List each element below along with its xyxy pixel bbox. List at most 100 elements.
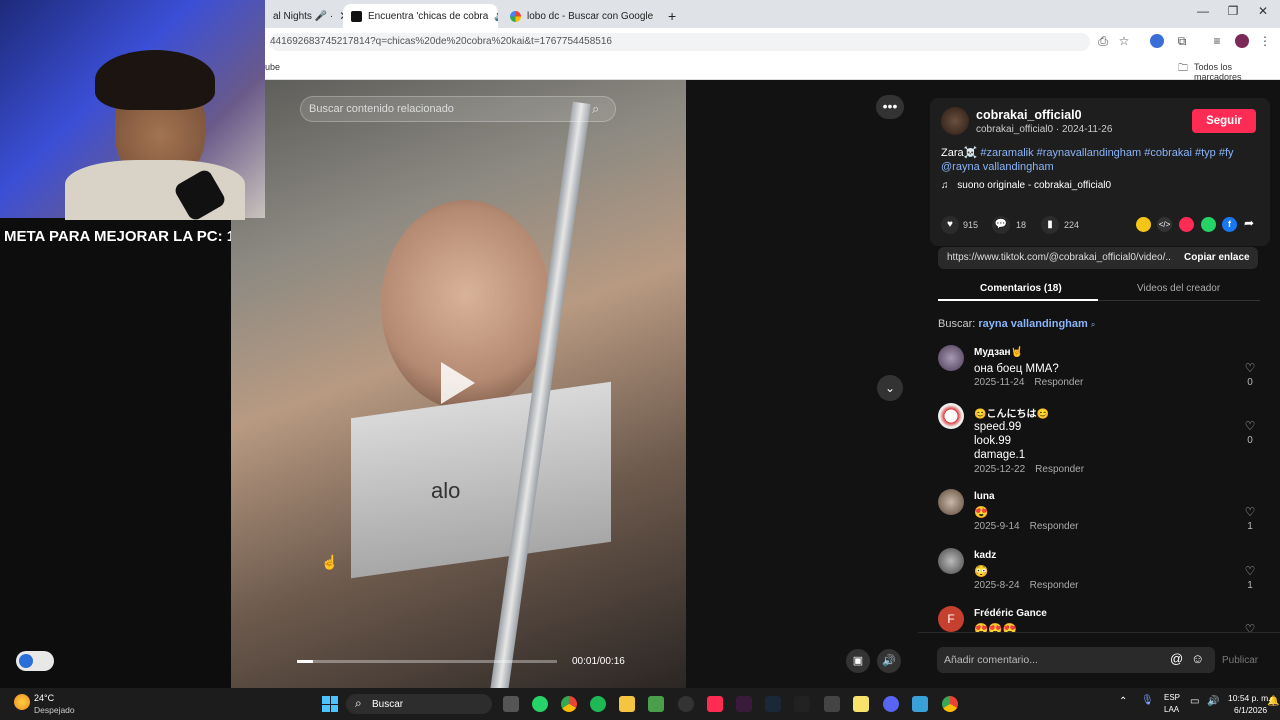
chrome-icon[interactable] xyxy=(561,696,577,712)
like-icon[interactable]: ♥ xyxy=(941,216,959,234)
language-2[interactable]: LAA xyxy=(1164,705,1179,714)
comment-author[interactable]: luna xyxy=(974,491,995,502)
network-icon[interactable]: ▭ xyxy=(1190,696,1199,707)
progress-track[interactable] xyxy=(297,660,557,663)
notifications-icon[interactable]: 🔔 xyxy=(1267,696,1279,707)
reply-button[interactable]: Responder xyxy=(1030,580,1079,591)
caption-hashtags[interactable]: #zaramalik #raynavallandingham #cobrakai… xyxy=(980,147,1233,159)
reply-button[interactable]: Responder xyxy=(1030,521,1079,532)
discord-icon[interactable] xyxy=(883,696,899,712)
tiktok-app-icon[interactable] xyxy=(707,696,723,712)
taskbar-search[interactable]: ⌕ Buscar xyxy=(346,694,492,714)
bookmark-icon[interactable]: ▮ xyxy=(1041,216,1059,234)
comment-author[interactable]: Frédéric Gance xyxy=(974,608,1047,619)
close-icon[interactable]: ✕ xyxy=(333,9,343,23)
heart-icon[interactable]: ♡ xyxy=(1243,361,1257,375)
weather-icon[interactable] xyxy=(14,694,30,710)
notepad-icon[interactable] xyxy=(912,696,928,712)
heart-icon[interactable]: ♡ xyxy=(1243,505,1257,519)
bookmark-star-icon[interactable]: ☆ xyxy=(1117,34,1131,48)
window-close-icon[interactable]: ✕ xyxy=(1248,4,1278,18)
post-button[interactable]: Publicar xyxy=(1222,655,1258,666)
video-player[interactable]: alo xyxy=(231,80,686,688)
play-icon[interactable] xyxy=(441,362,475,404)
pip-icon[interactable]: ▣ xyxy=(846,649,870,673)
more-icon[interactable]: ••• xyxy=(876,95,904,119)
comment-icon[interactable]: 💬 xyxy=(992,216,1010,234)
tab-2[interactable]: Encuentra 'chicas de cobra 🔊 ✕ xyxy=(343,4,498,28)
spotify-icon[interactable] xyxy=(590,696,606,712)
search-icon[interactable]: ⌕ xyxy=(592,101,599,117)
github-icon[interactable] xyxy=(678,696,694,712)
all-bookmarks[interactable]: Todos los marcadores xyxy=(1194,62,1280,82)
search-term-link[interactable]: rayna vallandingham xyxy=(978,318,1087,330)
video-link[interactable]: https://www.tiktok.com/@cobrakai_officia… xyxy=(947,252,1172,263)
avatar[interactable]: F xyxy=(938,606,964,632)
comment-author[interactable]: Мудзан🤘 xyxy=(974,347,1023,358)
avatar[interactable] xyxy=(938,548,964,574)
clock-time[interactable]: 10:54 p. m. xyxy=(1228,693,1271,703)
search-icon[interactable]: ⌕ xyxy=(1091,320,1095,329)
volume-icon[interactable]: 🔊 xyxy=(877,649,901,673)
extension-icon[interactable] xyxy=(1150,34,1164,48)
comment-author[interactable]: 😊こんにちは😊 xyxy=(974,405,1049,420)
avatar[interactable] xyxy=(938,403,964,429)
heart-icon[interactable]: ♡ xyxy=(1243,419,1257,433)
mic-icon[interactable]: 🎙 xyxy=(1141,695,1154,706)
caption-mention[interactable]: @rayna vallandingham xyxy=(941,161,1054,173)
reply-button[interactable]: Responder xyxy=(1034,377,1083,388)
tf-app-icon[interactable] xyxy=(794,696,810,712)
copy-link-button[interactable]: Copiar enlace xyxy=(1184,252,1250,263)
speaker-icon[interactable]: 🔊 xyxy=(494,11,498,22)
steam-icon[interactable] xyxy=(765,696,781,712)
file-explorer-icon[interactable] xyxy=(619,696,635,712)
tab-creator-videos[interactable]: Videos del creador xyxy=(1137,283,1220,294)
minecraft-icon[interactable] xyxy=(648,696,664,712)
chrome-active-icon[interactable] xyxy=(942,696,958,712)
sticky-notes-icon[interactable] xyxy=(853,696,869,712)
send-icon[interactable] xyxy=(1179,217,1194,232)
related-search-input[interactable]: Buscar contenido relacionado xyxy=(300,96,616,122)
app-icon[interactable] xyxy=(824,696,840,712)
extensions-icon[interactable]: ⧉ xyxy=(1175,34,1189,48)
avatar[interactable] xyxy=(938,489,964,515)
close-icon[interactable]: ✕ xyxy=(653,9,658,23)
bookmark-item[interactable]: ube xyxy=(265,62,280,72)
menu-dots-icon[interactable]: ⋮ xyxy=(1258,34,1272,48)
reply-button[interactable]: Responder xyxy=(1035,464,1084,475)
emoji-icon[interactable]: ☺ xyxy=(1191,651,1204,666)
avatar[interactable] xyxy=(938,345,964,371)
toggle-switch[interactable] xyxy=(16,651,54,671)
restore-icon[interactable]: ❐ xyxy=(1218,4,1248,18)
heart-icon[interactable]: ♡ xyxy=(1243,622,1257,632)
task-view-icon[interactable] xyxy=(503,696,519,712)
url-field[interactable]: 4416926837452178​14?q=chicas%20de%20cobr… xyxy=(270,33,1090,51)
profile-avatar[interactable] xyxy=(1235,34,1249,48)
tray-chevron-icon[interactable]: ⌃ xyxy=(1119,696,1127,707)
facebook-icon[interactable]: f xyxy=(1222,217,1237,232)
chevron-down-icon[interactable]: ⌄ xyxy=(877,375,903,401)
tab-1[interactable]: al Nights 🎤 · ✕ xyxy=(265,4,343,28)
sound-row[interactable]: ♫ suono originale - cobrakai_official0 xyxy=(941,180,1111,191)
tab-3[interactable]: lobo dc - Buscar con Google ✕ xyxy=(502,4,658,28)
avatar[interactable] xyxy=(941,107,969,135)
follow-button[interactable]: Seguir xyxy=(1192,109,1256,133)
windows-start-icon[interactable] xyxy=(322,696,338,712)
comment-author[interactable]: kadz xyxy=(974,550,996,561)
language-1[interactable]: ESP xyxy=(1164,693,1180,702)
whatsapp-app-icon[interactable] xyxy=(532,696,548,712)
comment-input[interactable]: Añadir comentario... xyxy=(944,654,1038,666)
share-icon[interactable]: ➦ xyxy=(1244,216,1254,230)
clock-date[interactable]: 6/1/2026 xyxy=(1234,705,1267,715)
capcut-icon[interactable] xyxy=(736,696,752,712)
speaker-icon[interactable]: 🔊 xyxy=(1207,696,1219,707)
media-icon[interactable]: ≡ xyxy=(1210,34,1224,48)
post-username[interactable]: cobrakai_official0 xyxy=(976,108,1082,122)
whatsapp-icon[interactable] xyxy=(1201,217,1216,232)
minimize-icon[interactable]: — xyxy=(1188,4,1218,18)
mention-icon[interactable]: @ xyxy=(1170,651,1183,666)
new-tab-icon[interactable]: + xyxy=(660,4,682,28)
install-icon[interactable]: ⎙ xyxy=(1096,34,1110,48)
tab-comments[interactable]: Comentarios (18) xyxy=(980,283,1062,294)
heart-icon[interactable]: ♡ xyxy=(1243,564,1257,578)
